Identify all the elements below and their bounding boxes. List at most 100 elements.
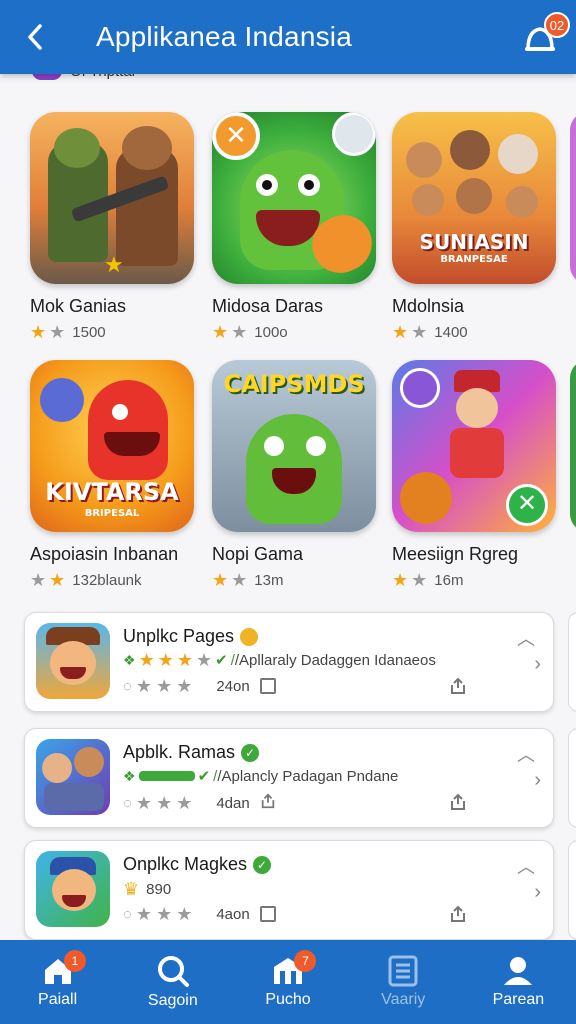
star-icon: ★	[30, 322, 47, 342]
star-icon: ★	[156, 676, 173, 696]
star-icon: ★	[135, 676, 153, 696]
chevron-right-icon[interactable]: ›	[534, 653, 541, 676]
gold-badge-icon	[240, 627, 259, 646]
download-count: 4dan	[216, 794, 250, 812]
bookmark-icon[interactable]	[259, 906, 276, 922]
bottom-navigation: Paiall 1 Sagoin Pucho 7 Vaariy Parean	[0, 940, 576, 1024]
star-icon: ★	[49, 322, 66, 342]
list-item-subtitle: ❖ ✔ //Aplancly Padagan Pndane	[123, 767, 399, 786]
soldier-game-icon: ★	[30, 112, 194, 284]
list-item-description: //Apllaraly Dadaggen Idanaeos	[230, 651, 436, 669]
app-tile[interactable]: ✕ Midosa Daras ★ ★ 100o	[212, 112, 378, 341]
rating-count: 132blaunk	[72, 571, 142, 589]
app-thumbnail	[36, 623, 110, 699]
chevron-up-icon[interactable]: ︿	[517, 741, 535, 767]
chevron-up-icon[interactable]: ︿	[517, 625, 535, 651]
nav-item-home[interactable]: Paiall 1	[0, 940, 115, 1024]
list-item-description-text: /Aplancly Padagan Pndane	[217, 767, 399, 785]
notification-badge: 02	[544, 12, 570, 38]
app-tile[interactable]: ★ Mok Ganias ★ ★ 1500	[30, 112, 196, 341]
notification-button[interactable]: 02	[504, 0, 576, 74]
nav-label: Pucho	[265, 991, 311, 1008]
app-thumbnail	[36, 851, 110, 927]
app-name: Nopi Gama	[212, 544, 304, 564]
partial-app-tile[interactable]	[570, 360, 576, 532]
star-icon: ★	[212, 570, 229, 590]
verified-icon: ✓	[241, 743, 260, 762]
download-count: 24on	[216, 677, 250, 695]
list-item-meta: ◌ ★ ★ ★ 4dan	[123, 793, 276, 813]
art-label: KIVTARSA	[45, 478, 179, 506]
chevron-right-icon[interactable]: ›	[534, 769, 541, 792]
red-dino-icon: KIVTARSA BRIPESAL	[30, 360, 194, 532]
bookmark-icon[interactable]	[259, 678, 276, 694]
star-icon: ★	[156, 793, 173, 813]
list-item-description-text: /Apllaraly Dadaggen Idanaeos	[234, 651, 436, 669]
profile-icon	[504, 957, 533, 985]
rating-count: 100o	[254, 323, 288, 341]
nav-item-profile[interactable]: Parean	[461, 940, 576, 1024]
nav-item-list[interactable]: Vaariy	[346, 940, 461, 1024]
star-icon: ★	[138, 650, 155, 670]
back-button[interactable]	[0, 0, 70, 74]
art-sublabel: BRIPESAL	[84, 508, 140, 519]
puzzle-icon: ❖	[123, 651, 136, 668]
partial-app-tile[interactable]	[570, 112, 576, 284]
list-item-description: //Aplancly Padagan Pndane	[213, 767, 399, 785]
app-rating: ★ ★ 13m	[212, 571, 378, 589]
list-item-title: Onplkc Magkes ✓	[123, 854, 272, 875]
partial-list-item[interactable]	[568, 840, 576, 940]
app-name: Mok Ganias	[30, 296, 127, 316]
star-icon: ★	[156, 904, 173, 924]
rating-count: 1400	[434, 323, 468, 341]
star-icon: ★	[30, 570, 47, 590]
app-rating: ★ ★ 16m	[392, 571, 558, 589]
share-small-icon[interactable]	[260, 793, 276, 813]
star-icon: ★	[195, 650, 213, 670]
app-tile[interactable]: CAIPSMDS Nopi Gama ★ ★ 13m	[212, 360, 378, 589]
crown-icon: ♛	[123, 879, 140, 899]
list-item-meta: ◌ ★ ★ ★ 4aon	[123, 905, 276, 923]
app-name: Mdolnsia	[392, 296, 465, 316]
app-screen: Applikanea Indansia 02 Of Tripttal ★ Mok…	[0, 0, 576, 1024]
rating-count: 16m	[434, 571, 464, 589]
list-item[interactable]: Apblk. Ramas ✓ ❖ ✔ //Aplancly Padagan Pn…	[24, 728, 554, 828]
leaf-icon: ◌	[123, 905, 132, 923]
chevron-right-icon[interactable]: ›	[534, 881, 541, 904]
star-icon: ★	[135, 904, 153, 924]
runner-boy-icon: ✕	[392, 360, 556, 532]
list-item-title-text: Unplkc Pages	[123, 626, 235, 646]
star-icon: ★	[157, 650, 174, 670]
app-name: Midosa Daras	[212, 296, 324, 316]
puzzle-icon: ❖	[123, 767, 136, 784]
list-item-title-text: Onplkc Magkes	[123, 854, 248, 874]
android-monster-icon: ✕	[212, 112, 376, 284]
top-app-bar: Applikanea Indansia 02	[0, 0, 576, 74]
list-item[interactable]: Onplkc Magkes ✓ ♛ 890 ◌ ★ ★ ★ 4aon ︿ ›	[24, 840, 554, 940]
partial-list-item[interactable]	[568, 612, 576, 712]
list-item-title: Apblk. Ramas ✓	[123, 742, 260, 763]
app-tile[interactable]: ✕ Meesiign Rgreg ★ ★ 16m	[392, 360, 558, 589]
list-item[interactable]: Unplkc Pages ❖ ★ ★ ★ ★ ✔ //Apllaraly Dad…	[24, 612, 554, 712]
rating-count: 13m	[254, 571, 284, 589]
search-icon	[157, 956, 189, 987]
art-sublabel: BRANPESAE	[440, 254, 508, 265]
nav-item-search[interactable]: Sagoin	[115, 940, 230, 1024]
star-icon: ★	[176, 650, 193, 670]
check-icon: ✔	[215, 652, 228, 669]
nav-item-store[interactable]: Pucho 7	[230, 940, 345, 1024]
list-item-subtitle: ❖ ★ ★ ★ ★ ✔ //Apllaraly Dadaggen Idanaeo…	[123, 651, 436, 669]
app-tile[interactable]: SUNIASIN BRANPESAE Mdolnsia ★ ★ 1400	[392, 112, 558, 341]
star-icon: ★	[49, 570, 66, 590]
share-icon[interactable]	[449, 905, 467, 928]
share-icon[interactable]	[449, 793, 467, 816]
nav-badge: 7	[294, 950, 317, 972]
app-tile[interactable]: KIVTARSA BRIPESAL Aspoiasin Inbanan ★ ★ …	[30, 360, 196, 589]
chevron-up-icon[interactable]: ︿	[517, 853, 535, 879]
star-icon: ★	[392, 570, 409, 590]
partial-list-item[interactable]	[568, 728, 576, 828]
app-name: Aspoiasin Inbanan	[30, 544, 179, 564]
share-icon[interactable]	[449, 677, 467, 700]
rating-bar	[138, 771, 195, 781]
art-label: SUNIASIN	[419, 230, 529, 254]
